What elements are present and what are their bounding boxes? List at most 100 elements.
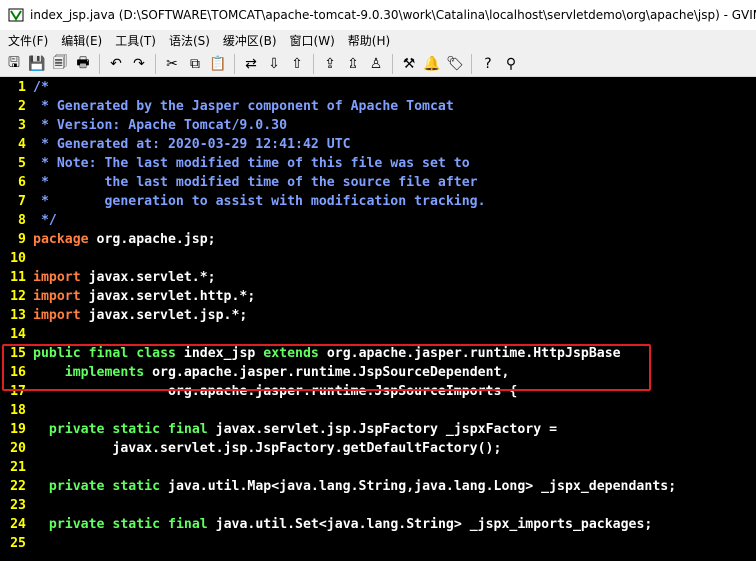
gvim-window: index_jsp.java (D:\SOFTWARE\TOMCAT\apach… [0,0,756,561]
find-next-icon[interactable]: ⇩ [263,53,285,75]
line-number: 1 [18,80,26,95]
code-token-text: javax.servlet.http.*; [80,289,256,304]
code-line: 18 [0,401,756,420]
code-line: 16 implements org.apache.jasper.runtime.… [0,363,756,382]
code-editor[interactable]: 1 /* 2 * Generated by the Jasper component… [0,78,756,561]
code-line: 20 javax.servlet.jsp.JspFactory.getDefau… [0,439,756,458]
code-token-comment: * Generated by the Jasper component of A… [33,99,454,114]
line-content: import javax.servlet.jsp.*; [33,306,247,325]
find-prev-icon[interactable]: ⇧ [286,53,308,75]
menu-help[interactable]: 帮助(H) [344,32,397,49]
code-line: 6 * the last modified time of the source… [0,173,756,192]
title-bar: index_jsp.java (D:\SOFTWARE\TOMCAT\apach… [0,0,756,30]
paste-icon[interactable]: 📋 [207,53,229,75]
code-line: 22 private static java.util.Map<java.lan… [0,477,756,496]
line-number: 12 [10,289,26,304]
menu-edit[interactable]: 编辑(E) [57,32,109,49]
line-content: * Generated by the Jasper component of A… [33,97,454,116]
find-help-icon[interactable]: ⚲ [500,53,522,75]
tag-jump-icon[interactable]: 🏷 [444,53,466,75]
code-line: 17 org.apache.jasper.runtime.JspSourceIm… [0,382,756,401]
code-token-type: implements [64,365,145,380]
code-line: 3 * Version: Apache Tomcat/9.0.30 [0,116,756,135]
line-number: 18 [10,403,26,418]
code-line: 24 private static final java.util.Set<ja… [0,515,756,534]
menu-buffers[interactable]: 缓冲区(B) [219,32,284,49]
line-content: * Version: Apache Tomcat/9.0.30 [33,116,287,135]
load-session-icon[interactable]: ⇪ [319,53,341,75]
code-token-comment: * Generated at: 2020-03-29 12:41:42 UTC [33,137,351,152]
replace-icon[interactable]: ⇄ [240,53,262,75]
toolbar-separator [234,53,235,74]
menu-syntax[interactable]: 语法(S) [165,32,217,49]
toolbar-separator [392,53,393,74]
menu-tools[interactable]: 工具(T) [111,32,163,49]
line-number: 10 [10,251,26,266]
line-content: org.apache.jasper.runtime.JspSourceImpor… [33,382,517,401]
run-shell-icon[interactable]: 🔔 [421,53,443,75]
code-line: 19 private static final javax.servlet.js… [0,420,756,439]
undo-icon[interactable]: ↶ [105,53,127,75]
line-number: 25 [10,536,26,551]
help-icon[interactable]: ? [477,53,499,75]
code-token-text: index_jsp [175,346,264,361]
line-number: 16 [10,365,26,380]
code-line: 21 [0,458,756,477]
code-token-text: javax.servlet.jsp.*; [80,308,248,323]
menu-file[interactable]: 文件(F) [4,32,55,49]
line-content: * Note: The last modified time of this f… [33,154,470,173]
line-content: import javax.servlet.http.*; [33,287,255,306]
code-token-text: java.util.Map<java.lang.String,java.lang… [160,479,677,494]
code-token-text: javax.servlet.*; [80,270,216,285]
code-line: 23 [0,496,756,515]
code-line: 1 /* [0,78,756,97]
save-session-icon[interactable]: ⇫ [342,53,364,75]
line-content: private static final javax.servlet.jsp.J… [33,420,557,439]
line-content: private static java.util.Map<java.lang.S… [33,477,676,496]
code-line: 10 [0,249,756,268]
line-number: 11 [10,270,26,285]
line-number: 8 [18,213,26,228]
code-token-text: org.apache.jasper.runtime.JspSourceImpor… [33,384,518,399]
line-number: 2 [18,99,26,114]
code-token-keyword: import [33,289,81,304]
code-token-type: private [48,517,105,532]
line-number: 21 [10,460,26,475]
code-line: 14 [0,325,756,344]
code-line: 2 * Generated by the Jasper component of… [0,97,756,116]
code-line: 25 [0,534,756,553]
line-content: private static final java.util.Set<java.… [33,515,652,534]
print-icon[interactable]: 🖶 [72,53,94,75]
save-icon[interactable]: 💾 [26,53,48,75]
code-line: 13 import javax.servlet.jsp.*; [0,306,756,325]
line-number: 9 [18,232,26,247]
run-script-icon[interactable]: ♙ [365,53,387,75]
copy-icon[interactable]: ⧉ [184,53,206,75]
code-line: 11 import javax.servlet.*; [0,268,756,287]
code-token-type: final [88,346,129,361]
redo-icon[interactable]: ↷ [128,53,150,75]
window-title: index_jsp.java (D:\SOFTWARE\TOMCAT\apach… [30,8,756,22]
code-line: 12 import javax.servlet.http.*; [0,287,756,306]
code-token-comment: * the last modified time of the source f… [33,175,478,190]
code-line: 4 * Generated at: 2020-03-29 12:41:42 UT… [0,135,756,154]
code-token-text: javax.servlet.jsp.JspFactory.getDefaultF… [33,441,502,456]
open-icon[interactable]: 🖫 [3,53,25,75]
save-all-icon[interactable]: 🗐 [49,53,71,75]
line-number: 23 [10,498,26,513]
line-number: 14 [10,327,26,342]
cut-icon[interactable]: ✂ [161,53,183,75]
menu-window[interactable]: 窗口(W) [286,32,342,49]
code-token-comment: /* [33,80,49,95]
line-number: 19 [10,422,26,437]
line-number: 20 [10,441,26,456]
make-icon[interactable]: ⚒ [398,53,420,75]
code-token-comment: * Version: Apache Tomcat/9.0.30 [33,118,288,133]
code-token-text: org.apache.jasper.runtime.HttpJspBase [318,346,621,361]
code-token-type: final [168,422,208,437]
code-line: 8 */ [0,211,756,230]
code-token-text: javax.servlet.jsp.JspFactory _jspxFactor… [207,422,558,437]
